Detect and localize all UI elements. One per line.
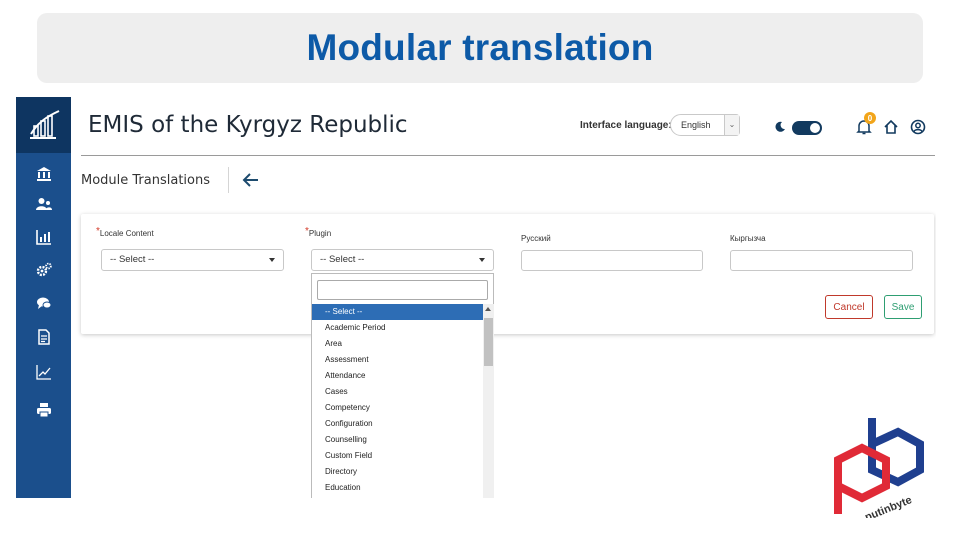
plugin-label: *Plugin [305, 226, 332, 238]
plugin-option[interactable]: Academic Period [312, 320, 483, 336]
sidebar [16, 97, 71, 498]
document-icon[interactable] [16, 322, 71, 352]
plugin-option[interactable]: -- Select -- [312, 304, 483, 320]
back-arrow-icon[interactable] [240, 169, 262, 191]
russian-label: Русский [521, 234, 551, 243]
users-icon[interactable] [16, 189, 71, 219]
plugin-select[interactable]: -- Select -- [311, 249, 494, 271]
header-divider [81, 155, 935, 156]
app-window: EMIS of the Kyrgyz Republic Interface la… [16, 97, 936, 498]
interface-language-label: Interface language: [580, 120, 672, 131]
title-separator [228, 167, 229, 193]
interface-language-value: English [681, 120, 711, 130]
theme-moon-icon [771, 118, 789, 136]
bell-icon[interactable]: 0 [855, 112, 876, 136]
russian-translation-input[interactable] [521, 250, 703, 271]
banner-title: Modular translation [306, 27, 654, 68]
plugin-option[interactable]: Area [312, 336, 483, 352]
plugin-option-list: -- Select -- Academic Period Area Assessmen… [312, 304, 483, 496]
plugin-option[interactable]: Custom Field [312, 448, 483, 464]
user-account-icon[interactable] [909, 118, 927, 136]
dropdown-arrow-icon [269, 258, 275, 262]
gears-icon[interactable] [16, 255, 71, 285]
scroll-up-arrow-icon[interactable] [485, 307, 491, 311]
scrollbar-thumb[interactable] [484, 318, 493, 366]
bar-chart-logo-icon[interactable] [16, 97, 71, 153]
plugin-option[interactable]: Assessment [312, 352, 483, 368]
plugin-option[interactable]: Directory [312, 464, 483, 480]
locale-content-label: *Locale Content [96, 226, 154, 238]
putinbyte-logo: putinbyte [832, 414, 928, 524]
cancel-button[interactable]: Cancel [825, 295, 873, 319]
dropdown-arrow-icon [479, 258, 485, 262]
plugin-option[interactable]: Cases [312, 384, 483, 400]
line-chart-icon[interactable] [16, 357, 71, 387]
translation-form-card: *Locale Content -- Select -- *Plugin -- … [81, 214, 934, 334]
chat-icon[interactable] [16, 288, 71, 318]
required-marker: * [305, 226, 309, 237]
notification-count-badge: 0 [864, 112, 876, 124]
plugin-option[interactable]: Counselling [312, 432, 483, 448]
chevron-down-icon: ⌄ [724, 115, 739, 135]
kyrgyz-label: Кыргызча [730, 234, 766, 243]
app-title: EMIS of the Kyrgyz Republic [88, 112, 408, 138]
dropdown-scrollbar[interactable] [483, 304, 494, 498]
plugin-option[interactable]: Education [312, 480, 483, 496]
print-icon[interactable] [16, 395, 71, 425]
page-title: Module Translations [81, 173, 211, 188]
required-marker: * [96, 226, 100, 237]
plugin-option[interactable]: Competency [312, 400, 483, 416]
plugin-dropdown-menu: -- Select -- Academic Period Area Assessmen… [311, 273, 494, 498]
institution-icon[interactable] [16, 159, 71, 189]
theme-toggle[interactable] [792, 121, 822, 135]
interface-language-select[interactable]: English ⌄ [670, 114, 740, 136]
locale-content-select[interactable]: -- Select -- [101, 249, 284, 271]
save-button[interactable]: Save [884, 295, 922, 319]
plugin-option[interactable]: Configuration [312, 416, 483, 432]
home-icon[interactable] [882, 118, 900, 136]
dropdown-search-input[interactable] [317, 280, 488, 300]
report-chart-icon[interactable] [16, 222, 71, 252]
plugin-option[interactable]: Attendance [312, 368, 483, 384]
title-banner: Modular translation [37, 13, 923, 83]
kyrgyz-translation-input[interactable] [730, 250, 913, 271]
